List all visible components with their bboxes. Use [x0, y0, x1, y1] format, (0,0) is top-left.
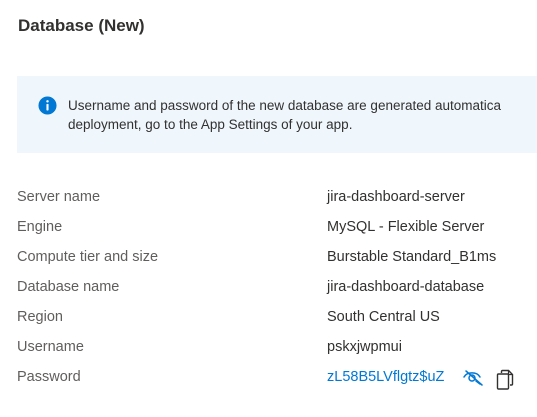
info-message-line-2: deployment, go to the App Settings of yo…: [68, 117, 353, 132]
database-name-label: Database name: [17, 279, 120, 295]
password-value[interactable]: zL58B5LVflgtz$uZ: [327, 369, 444, 385]
compute-value: Burstable Standard_B1ms: [327, 249, 497, 265]
engine-label: Engine: [17, 219, 63, 235]
info-banner: Username and password of the new databas…: [17, 76, 537, 153]
password-label: Password: [17, 369, 81, 385]
detail-row-region: Region South Central US: [0, 309, 537, 331]
info-message: Username and password of the new databas…: [68, 96, 537, 134]
detail-row-engine: Engine MySQL - Flexible Server: [0, 219, 537, 241]
detail-row-password: Password zL58B5LVflgtz$uZ: [0, 369, 537, 391]
info-message-line-1: Username and password of the new databas…: [68, 98, 502, 113]
detail-row-database-name: Database name jira-dashboard-database: [0, 279, 537, 301]
region-label: Region: [17, 309, 63, 325]
copy-icon[interactable]: [495, 369, 515, 391]
detail-row-server-name: Server name jira-dashboard-server: [0, 189, 537, 211]
compute-label: Compute tier and size: [17, 249, 159, 265]
region-value: South Central US: [327, 309, 440, 325]
detail-row-compute: Compute tier and size Burstable Standard…: [0, 249, 537, 271]
database-name-value: jira-dashboard-database: [327, 279, 485, 295]
username-value: pskxjwpmui: [327, 339, 402, 355]
info-icon: [38, 96, 57, 115]
server-name-value: jira-dashboard-server: [327, 189, 465, 205]
engine-value: MySQL - Flexible Server: [327, 219, 485, 235]
detail-row-username: Username pskxjwpmui: [0, 339, 537, 361]
section-title: Database (New): [18, 16, 145, 35]
username-label: Username: [17, 339, 84, 355]
eye-hide-icon[interactable]: [462, 368, 484, 388]
server-name-label: Server name: [17, 189, 101, 205]
